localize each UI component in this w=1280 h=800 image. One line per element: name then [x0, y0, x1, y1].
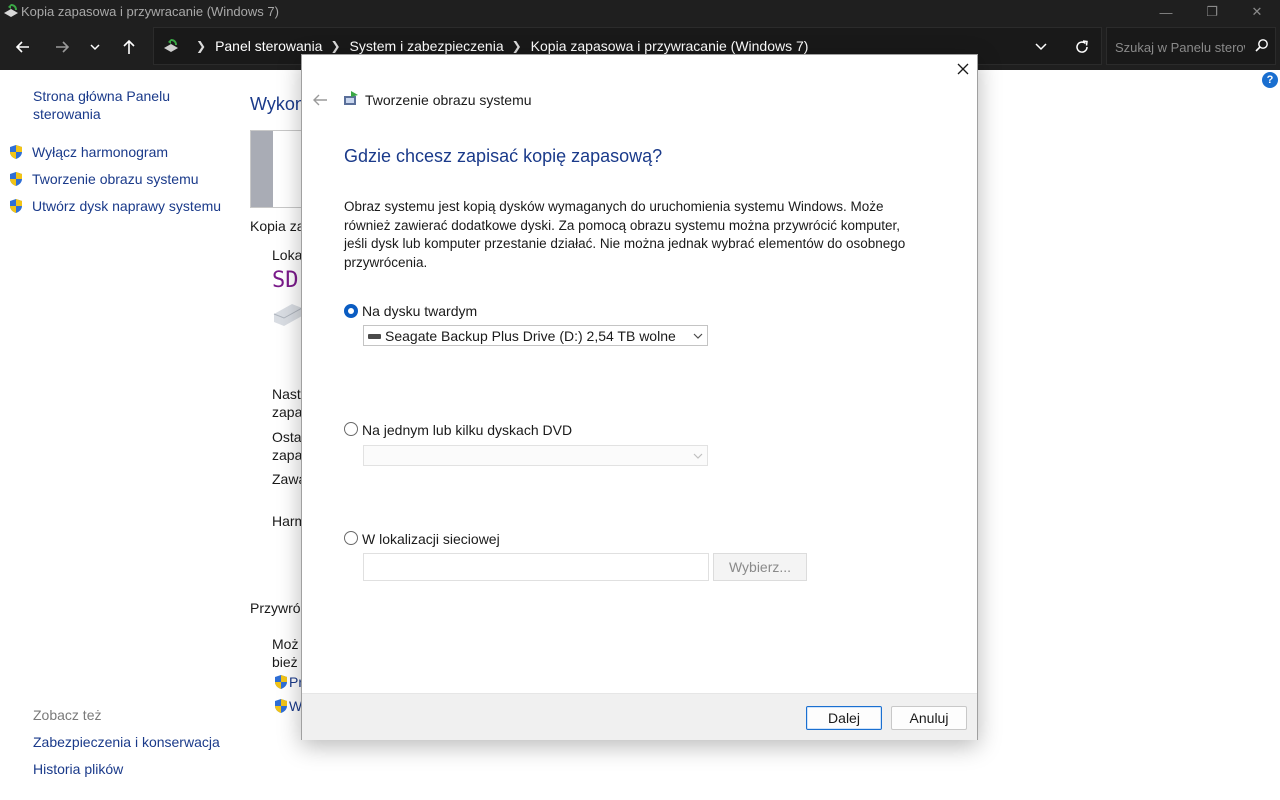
search-icon[interactable]: [1255, 38, 1269, 52]
forward-button[interactable]: [48, 34, 76, 60]
dvd-select[interactable]: [363, 445, 708, 466]
chevron-right-icon: ❯: [511, 39, 522, 53]
chevron-down-icon: [90, 44, 100, 51]
next-button[interactable]: Dalej: [806, 706, 882, 730]
control-panel-icon: [164, 39, 178, 52]
next-backup-label-2: zapa: [272, 404, 303, 420]
backup-restore-icon: [4, 4, 18, 17]
dialog-close-button[interactable]: [953, 59, 973, 79]
create-system-image-link[interactable]: Tworzenie obrazu systemu: [32, 171, 199, 187]
restore-link-2[interactable]: W: [273, 698, 302, 714]
minimize-button[interactable]: —: [1143, 0, 1189, 24]
restore-link-1[interactable]: Pr: [273, 674, 303, 690]
restore-heading: Przywró: [250, 600, 301, 616]
uac-shield-icon: [275, 675, 287, 689]
search-box[interactable]: [1106, 27, 1276, 65]
security-maintenance-link[interactable]: Zabezpieczenia i konserwacja: [33, 734, 220, 750]
arrow-left-icon: [15, 41, 29, 53]
dialog-footer: Dalej Anuluj: [302, 693, 977, 740]
breadcrumb-item[interactable]: System i zabezpieczenia: [350, 38, 504, 54]
dvd-radio[interactable]: [344, 422, 358, 436]
dialog-title: Tworzenie obrazu systemu: [365, 92, 532, 108]
chevron-right-icon: ❯: [330, 39, 341, 53]
left-panel: Strona główna Panelu sterowania Wyłącz h…: [0, 70, 240, 800]
window-title: Kopia zapasowa i przywracanie (Windows 7…: [21, 4, 279, 19]
refresh-icon: [1076, 40, 1088, 53]
uac-shield-icon: [10, 145, 22, 159]
network-label[interactable]: W lokalizacji sieciowej: [362, 531, 500, 547]
drive-icon: [368, 334, 381, 339]
chevron-down-icon: [693, 453, 703, 459]
wizard-back-button[interactable]: [310, 90, 330, 110]
search-input[interactable]: [1113, 36, 1247, 58]
drive-select[interactable]: Seagate Backup Plus Drive (D:) 2,54 TB w…: [363, 325, 708, 346]
address-dropdown-icon[interactable]: [1034, 39, 1048, 53]
refresh-button[interactable]: [1068, 34, 1096, 60]
drive-icon: [273, 304, 302, 326]
back-button[interactable]: [9, 34, 37, 60]
create-repair-disc-link[interactable]: Utwórz dysk naprawy systemu: [32, 198, 221, 214]
network-radio[interactable]: [344, 531, 358, 545]
help-icon[interactable]: ?: [1262, 72, 1278, 88]
arrow-right-icon: [56, 41, 70, 53]
recent-locations-button[interactable]: [81, 34, 109, 60]
drive-select-value: Seagate Backup Plus Drive (D:) 2,54 TB w…: [385, 328, 676, 344]
task-item[interactable]: Tworzenie obrazu systemu: [8, 169, 199, 189]
up-button[interactable]: [115, 34, 143, 60]
network-path-input[interactable]: [363, 553, 709, 581]
uac-shield-icon: [10, 172, 22, 186]
hard-disk-label[interactable]: Na dysku twardym: [362, 303, 477, 319]
chevron-right-icon: ❯: [196, 39, 207, 53]
arrow-left-icon: [313, 94, 327, 106]
dialog-heading: Gdzie chcesz zapisać kopię zapasową?: [344, 146, 663, 166]
breadcrumb-item[interactable]: Kopia zapasowa i przywracanie (Windows 7…: [531, 38, 809, 54]
drive-name: SD: [272, 268, 299, 293]
close-icon: [957, 63, 969, 75]
hard-disk-radio[interactable]: [344, 304, 358, 318]
control-panel-home-link[interactable]: Strona główna Panelu sterowania: [33, 87, 193, 123]
dvd-label[interactable]: Na jednym lub kilku dyskach DVD: [362, 422, 572, 438]
next-backup-label: Nast: [272, 386, 301, 402]
close-window-button[interactable]: ✕: [1234, 0, 1280, 24]
task-item[interactable]: Wyłącz harmonogram: [8, 142, 168, 162]
disable-schedule-link[interactable]: Wyłącz harmonogram: [32, 144, 168, 160]
window-titlebar: Kopia zapasowa i przywracanie (Windows 7…: [0, 0, 1280, 24]
cancel-button[interactable]: Anuluj: [891, 706, 967, 730]
restore-text-2: bież: [272, 654, 298, 670]
task-item[interactable]: Utwórz dysk naprawy systemu: [8, 196, 221, 216]
page-title: Wykon: [250, 94, 305, 114]
browse-button[interactable]: Wybierz...: [713, 553, 807, 581]
file-history-link[interactable]: Historia plików: [33, 761, 123, 777]
uac-shield-icon: [10, 199, 22, 213]
dialog-description: Obraz systemu jest kopią dysków wymagany…: [344, 199, 906, 270]
uac-shield-icon: [275, 699, 287, 713]
chevron-down-icon: [693, 333, 703, 339]
breadcrumb-item[interactable]: Panel sterowania: [215, 38, 322, 54]
restore-text: Moż: [272, 636, 299, 652]
arrow-up-icon: [123, 39, 135, 54]
system-image-icon: [344, 91, 358, 105]
maximize-button[interactable]: ❐: [1189, 0, 1235, 24]
last-backup-label-2: zapa: [272, 447, 303, 463]
create-system-image-dialog: Tworzenie obrazu systemu Gdzie chcesz za…: [301, 54, 978, 740]
location-label: Loka: [272, 247, 303, 263]
see-also-heading: Zobacz też: [33, 707, 102, 723]
